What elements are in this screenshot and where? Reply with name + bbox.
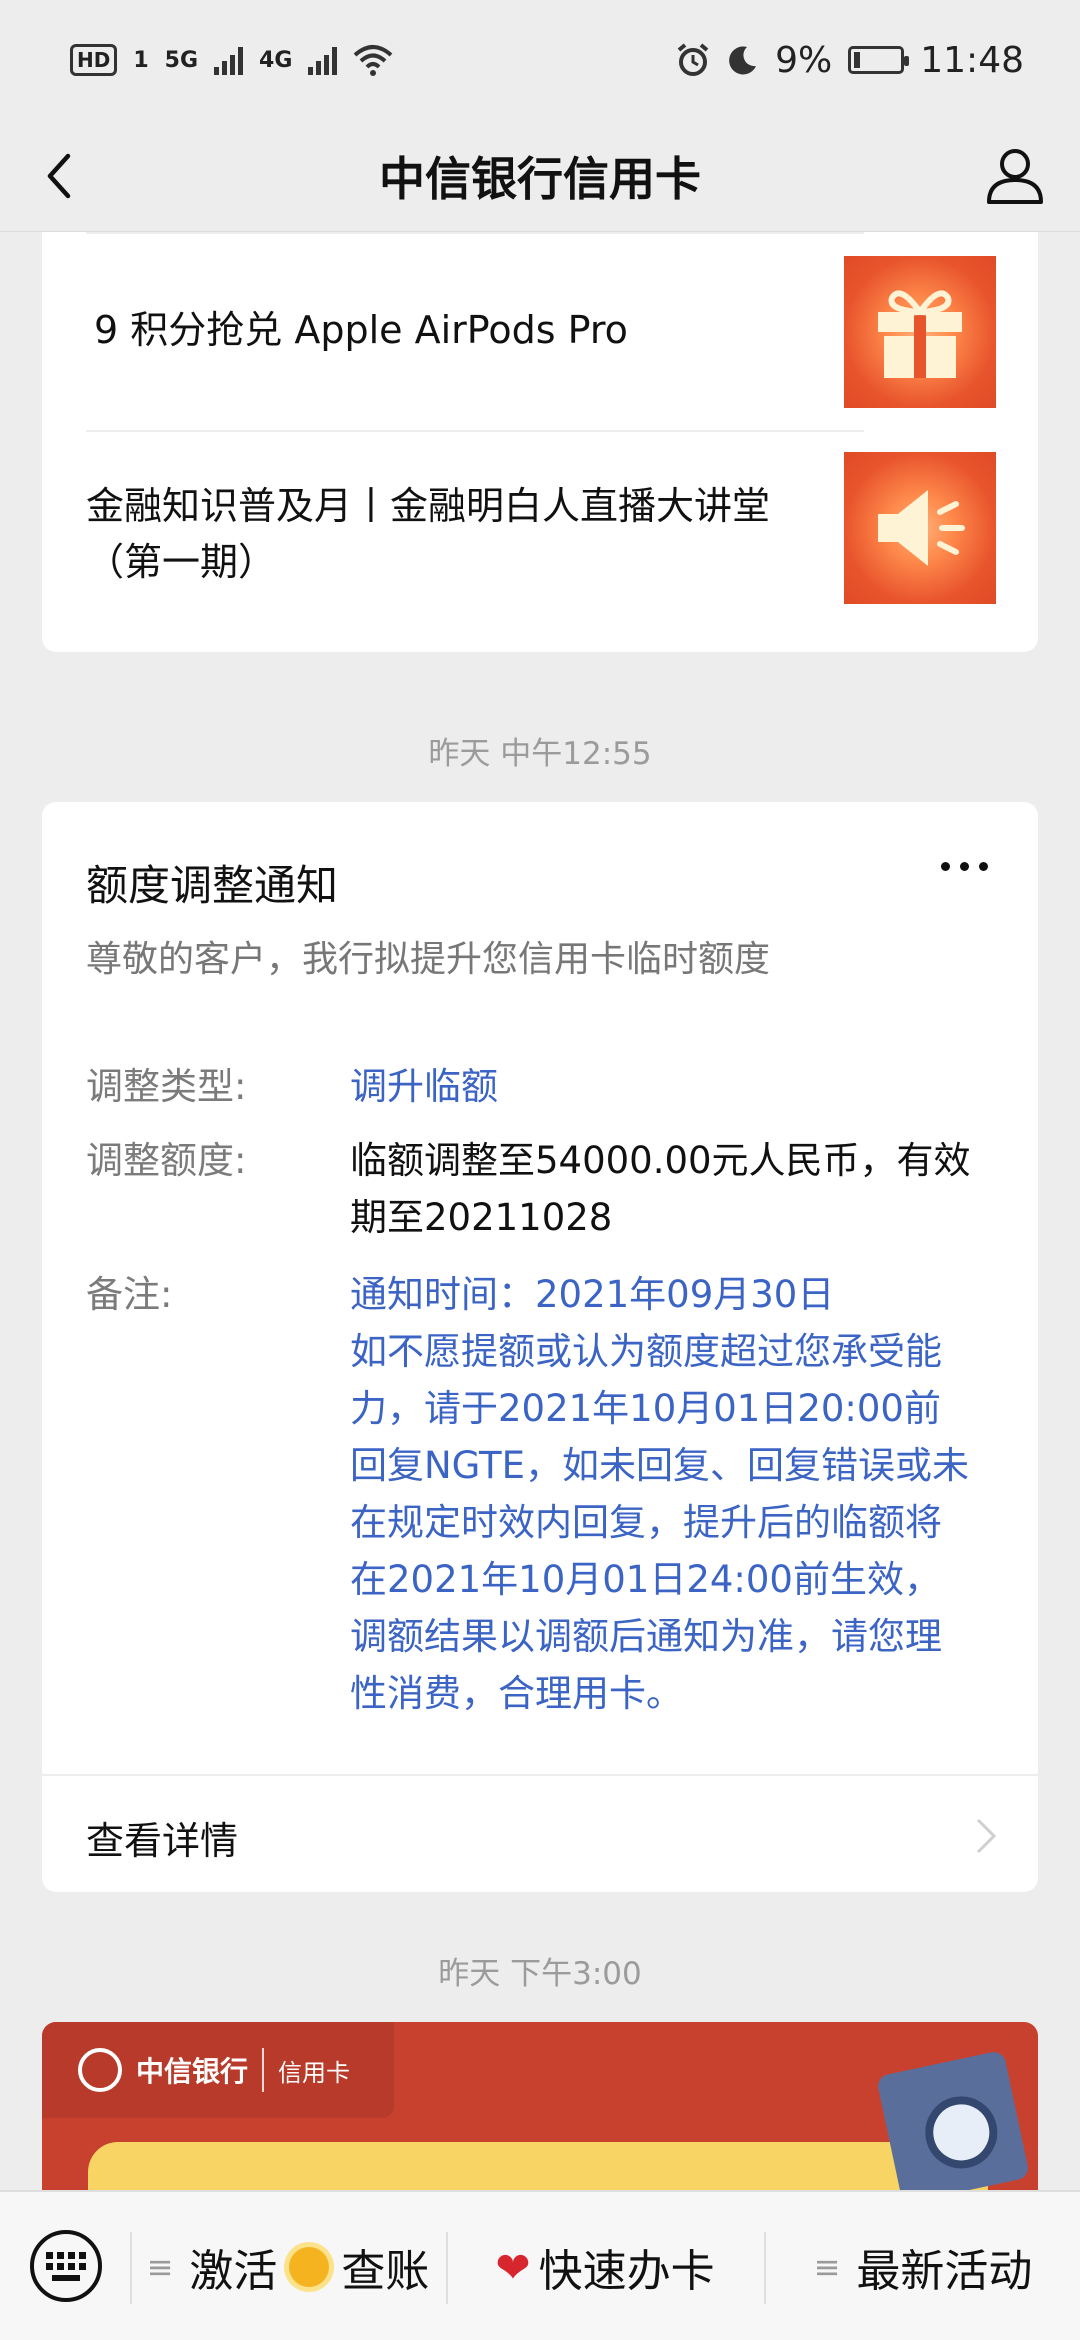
view-details-link[interactable]: 查看详情 bbox=[42, 1774, 1038, 1892]
speaker-icon bbox=[878, 490, 965, 566]
notice-card: 额度调整通知 尊敬的客户，我行拟提升您信用卡临时额度 调整类型: 调升临额 调整… bbox=[42, 802, 1038, 1892]
news-item-airpods[interactable]: 9 积分抢兑 Apple AirPods Pro bbox=[86, 232, 864, 430]
sim-number: 1 bbox=[133, 47, 149, 73]
keyboard-toggle-icon[interactable] bbox=[28, 2228, 104, 2304]
menu-label-activity: 最新活动 bbox=[856, 2246, 1033, 2297]
user-profile-icon[interactable] bbox=[980, 140, 1050, 210]
network-4g-label: 4G bbox=[259, 47, 293, 73]
menu-label-activate: 激活 bbox=[189, 2246, 278, 2297]
hd-badge: HD bbox=[70, 44, 118, 76]
news-item-title: 9 积分抢兑 Apple AirPods Pro bbox=[94, 308, 628, 352]
news-card: 9 积分抢兑 Apple AirPods Pro 金融知识普及月丨金融明白人直播… bbox=[42, 232, 1038, 652]
battery-percent: 9% bbox=[775, 39, 833, 81]
bank-name: 中信银行 bbox=[136, 2055, 249, 2088]
row-key: 备注: bbox=[86, 1273, 173, 1316]
clock-time: 11:48 bbox=[920, 39, 1024, 81]
sun-icon bbox=[289, 2247, 330, 2287]
bank-logo: 中信银行 信用卡 bbox=[42, 2022, 394, 2118]
more-options-icon[interactable] bbox=[941, 862, 988, 871]
gift-icon bbox=[878, 290, 962, 378]
row-key: 调整类型: bbox=[86, 1065, 247, 1108]
card-reader-illustration bbox=[875, 2049, 1031, 2190]
battery-icon bbox=[848, 46, 910, 74]
banner-graphic bbox=[88, 2142, 988, 2190]
back-arrow-icon[interactable] bbox=[32, 146, 92, 206]
message-list: 9 积分抢兑 Apple AirPods Pro 金融知识普及月丨金融明白人直播… bbox=[0, 232, 1080, 2190]
notice-subtitle: 尊敬的客户，我行拟提升您信用卡临时额度 bbox=[86, 939, 771, 980]
menu-latest-activity[interactable]: ≡ 最新活动 bbox=[766, 2222, 1080, 2312]
alarm-icon bbox=[677, 43, 709, 76]
row-value: 调升临额 bbox=[350, 1065, 498, 1108]
citic-logo-icon bbox=[78, 2048, 122, 2092]
row-value: 临额调整至54000.00元人民币，有效期至20211028 bbox=[350, 1139, 971, 1239]
network-5g-label: 5G bbox=[164, 47, 199, 73]
menu-apply-card[interactable]: ❤ 快速办卡 bbox=[448, 2222, 762, 2312]
menu-lines-icon: ≡ bbox=[146, 2248, 174, 2286]
view-details-label: 查看详情 bbox=[86, 1819, 239, 1863]
menu-lines-icon: ≡ bbox=[813, 2248, 841, 2286]
status-bar: HD 1 5G 4G 9% 11:48 bbox=[0, 0, 1080, 120]
signal-icon-2 bbox=[308, 45, 338, 75]
news-thumb-speaker[interactable] bbox=[844, 452, 996, 604]
timestamp: 昨天 中午12:55 bbox=[428, 736, 652, 772]
news-thumb-gift[interactable] bbox=[844, 256, 996, 408]
timestamp: 昨天 下午3:00 bbox=[438, 1956, 642, 1992]
menu-label-bill: 查账 bbox=[341, 2246, 430, 2297]
bottom-menu: ≡ 激活 查账 ❤ 快速办卡 ≡ 最新活动 bbox=[0, 2190, 1080, 2340]
nav-bar: 中信银行信用卡 bbox=[0, 120, 1080, 232]
notice-title: 额度调整通知 bbox=[86, 861, 339, 910]
wifi-icon bbox=[354, 45, 393, 76]
row-value: 通知时间：2021年09月30日 如不愿提额或认为额度超过您承受能力，请于202… bbox=[350, 1273, 970, 1715]
page-title: 中信银行信用卡 bbox=[379, 151, 701, 206]
news-item-finance-live[interactable]: 金融知识普及月丨金融明白人直播大讲堂（第一期） bbox=[86, 430, 864, 630]
menu-label-apply: 快速办卡 bbox=[538, 2246, 715, 2297]
moon-icon bbox=[729, 46, 757, 75]
row-key: 调整额度: bbox=[86, 1139, 247, 1182]
heart-icon: ❤ bbox=[495, 2242, 531, 2292]
card-label: 信用卡 bbox=[278, 2058, 351, 2087]
signal-icon bbox=[214, 45, 244, 75]
menu-activate-bill[interactable]: ≡ 激活 查账 bbox=[132, 2222, 444, 2312]
chevron-right-icon bbox=[976, 1818, 997, 1854]
promo-banner[interactable]: 中信银行 信用卡 bbox=[42, 2022, 1038, 2190]
news-item-title: 金融知识普及月丨金融明白人直播大讲堂（第一期） bbox=[86, 484, 771, 584]
